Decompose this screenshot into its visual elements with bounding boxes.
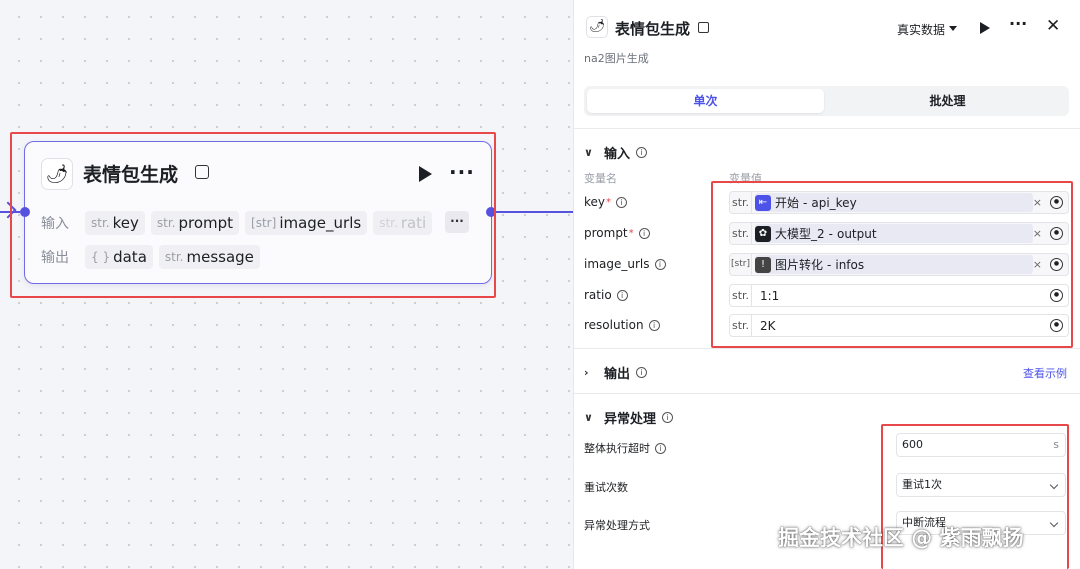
info-icon[interactable]: i (655, 442, 666, 454)
info-icon[interactable]: i (636, 367, 648, 378)
outgoing-edge (492, 211, 573, 213)
data-mode-dropdown[interactable]: 真实数据 (897, 21, 945, 38)
var-label-key: key * i (584, 195, 628, 209)
highlight-box-node (10, 132, 496, 298)
tab-single[interactable]: 单次 (587, 89, 824, 113)
watermark: 掘金技术社区 @ 紫雨飘扬 (778, 526, 1024, 550)
chili-pepper-icon: 🌶 (586, 16, 608, 38)
divider (574, 348, 1080, 349)
view-example-link[interactable]: 查看示例 (1023, 365, 1067, 381)
chevron-down-icon[interactable]: ∨ (584, 146, 598, 159)
error-section-header[interactable]: ∨ 异常处理 i (584, 408, 674, 427)
run-mode-tabs: 单次 批处理 (584, 86, 1069, 116)
highlight-box-inputs (711, 181, 1073, 348)
retry-label: 重试次数 (584, 481, 628, 494)
tab-batch[interactable]: 批处理 (829, 89, 1066, 113)
error-mode-label: 异常处理方式 (584, 519, 650, 532)
chevron-down-icon[interactable]: ∨ (584, 411, 598, 424)
column-header-name: 变量名 (584, 172, 617, 185)
divider (574, 128, 1080, 129)
panel-title[interactable]: 表情包生成 (615, 18, 690, 39)
info-icon[interactable]: i (638, 227, 650, 239)
caret-down-icon[interactable] (949, 26, 957, 31)
info-icon[interactable]: i (616, 196, 628, 208)
panel-subtitle: na2图片生成 (584, 52, 649, 65)
info-icon[interactable]: i (662, 412, 674, 423)
workflow-canvas[interactable]: 🌶 表情包生成 ··· 输入 str. key str. prompt [str] i… (0, 0, 573, 569)
timeout-label: 整体执行超时 i (584, 440, 666, 456)
info-icon[interactable]: i (648, 319, 660, 331)
var-label-prompt: prompt * i (584, 226, 650, 240)
outputs-section-header[interactable]: › 输出 i (584, 363, 648, 382)
var-label-resolution: resolution i (584, 318, 660, 332)
close-icon[interactable]: ✕ (1046, 16, 1060, 36)
inputs-section-header[interactable]: ∨ 输入 i (584, 143, 648, 162)
chevron-right-icon[interactable]: › (584, 366, 598, 379)
plugin-badge-icon (698, 22, 709, 33)
panel-more-button[interactable]: ··· (1009, 14, 1027, 33)
info-icon[interactable]: i (616, 289, 628, 301)
run-button[interactable] (980, 22, 990, 34)
divider (574, 393, 1080, 394)
info-icon[interactable]: i (636, 147, 648, 158)
var-label-image-urls: image_urls i (584, 257, 666, 271)
var-label-ratio: ratio i (584, 288, 628, 302)
node-config-panel: 🌶 表情包生成 真实数据 ··· ✕ na2图片生成 单次 批处理 ∨ 输入 i… (573, 0, 1080, 569)
info-icon[interactable]: i (654, 258, 666, 270)
